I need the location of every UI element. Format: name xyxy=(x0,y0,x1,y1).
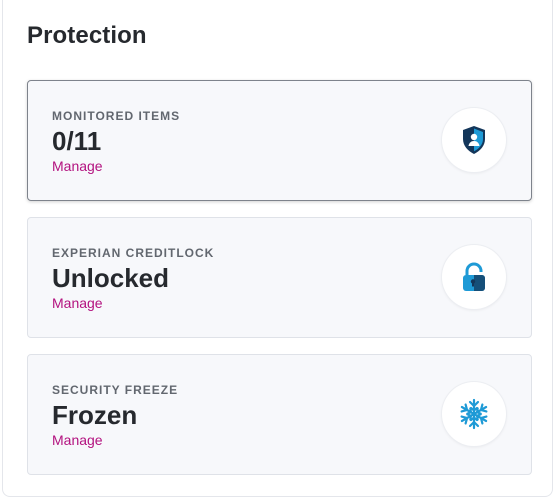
security-freeze-card[interactable]: SECURITY FREEZE Frozen Manage xyxy=(27,354,532,475)
shield-person-icon xyxy=(463,126,485,154)
icon-badge xyxy=(442,382,506,446)
unlocked-padlock-icon xyxy=(463,262,485,291)
creditlock-card[interactable]: EXPERIAN CREDITLOCK Unlocked Manage xyxy=(27,217,532,338)
card-label: SECURITY FREEZE xyxy=(52,383,179,397)
card-value: 0/11 xyxy=(52,126,102,156)
monitored-items-card[interactable]: MONITORED ITEMS 0/11 Manage xyxy=(27,80,532,201)
snowflake-icon xyxy=(458,398,490,430)
icon-badge xyxy=(442,108,506,172)
card-value: Frozen xyxy=(52,400,138,430)
section-title: Protection xyxy=(27,22,147,49)
card-value: Unlocked xyxy=(52,263,170,293)
manage-security-freeze-link[interactable]: Manage xyxy=(52,432,103,448)
manage-monitored-items-link[interactable]: Manage xyxy=(52,158,103,174)
card-label: MONITORED ITEMS xyxy=(52,109,181,123)
manage-creditlock-link[interactable]: Manage xyxy=(52,295,103,311)
card-label: EXPERIAN CREDITLOCK xyxy=(52,246,215,260)
icon-badge xyxy=(442,245,506,309)
protection-panel: Protection MONITORED ITEMS 0/11 Manage E… xyxy=(2,0,553,497)
